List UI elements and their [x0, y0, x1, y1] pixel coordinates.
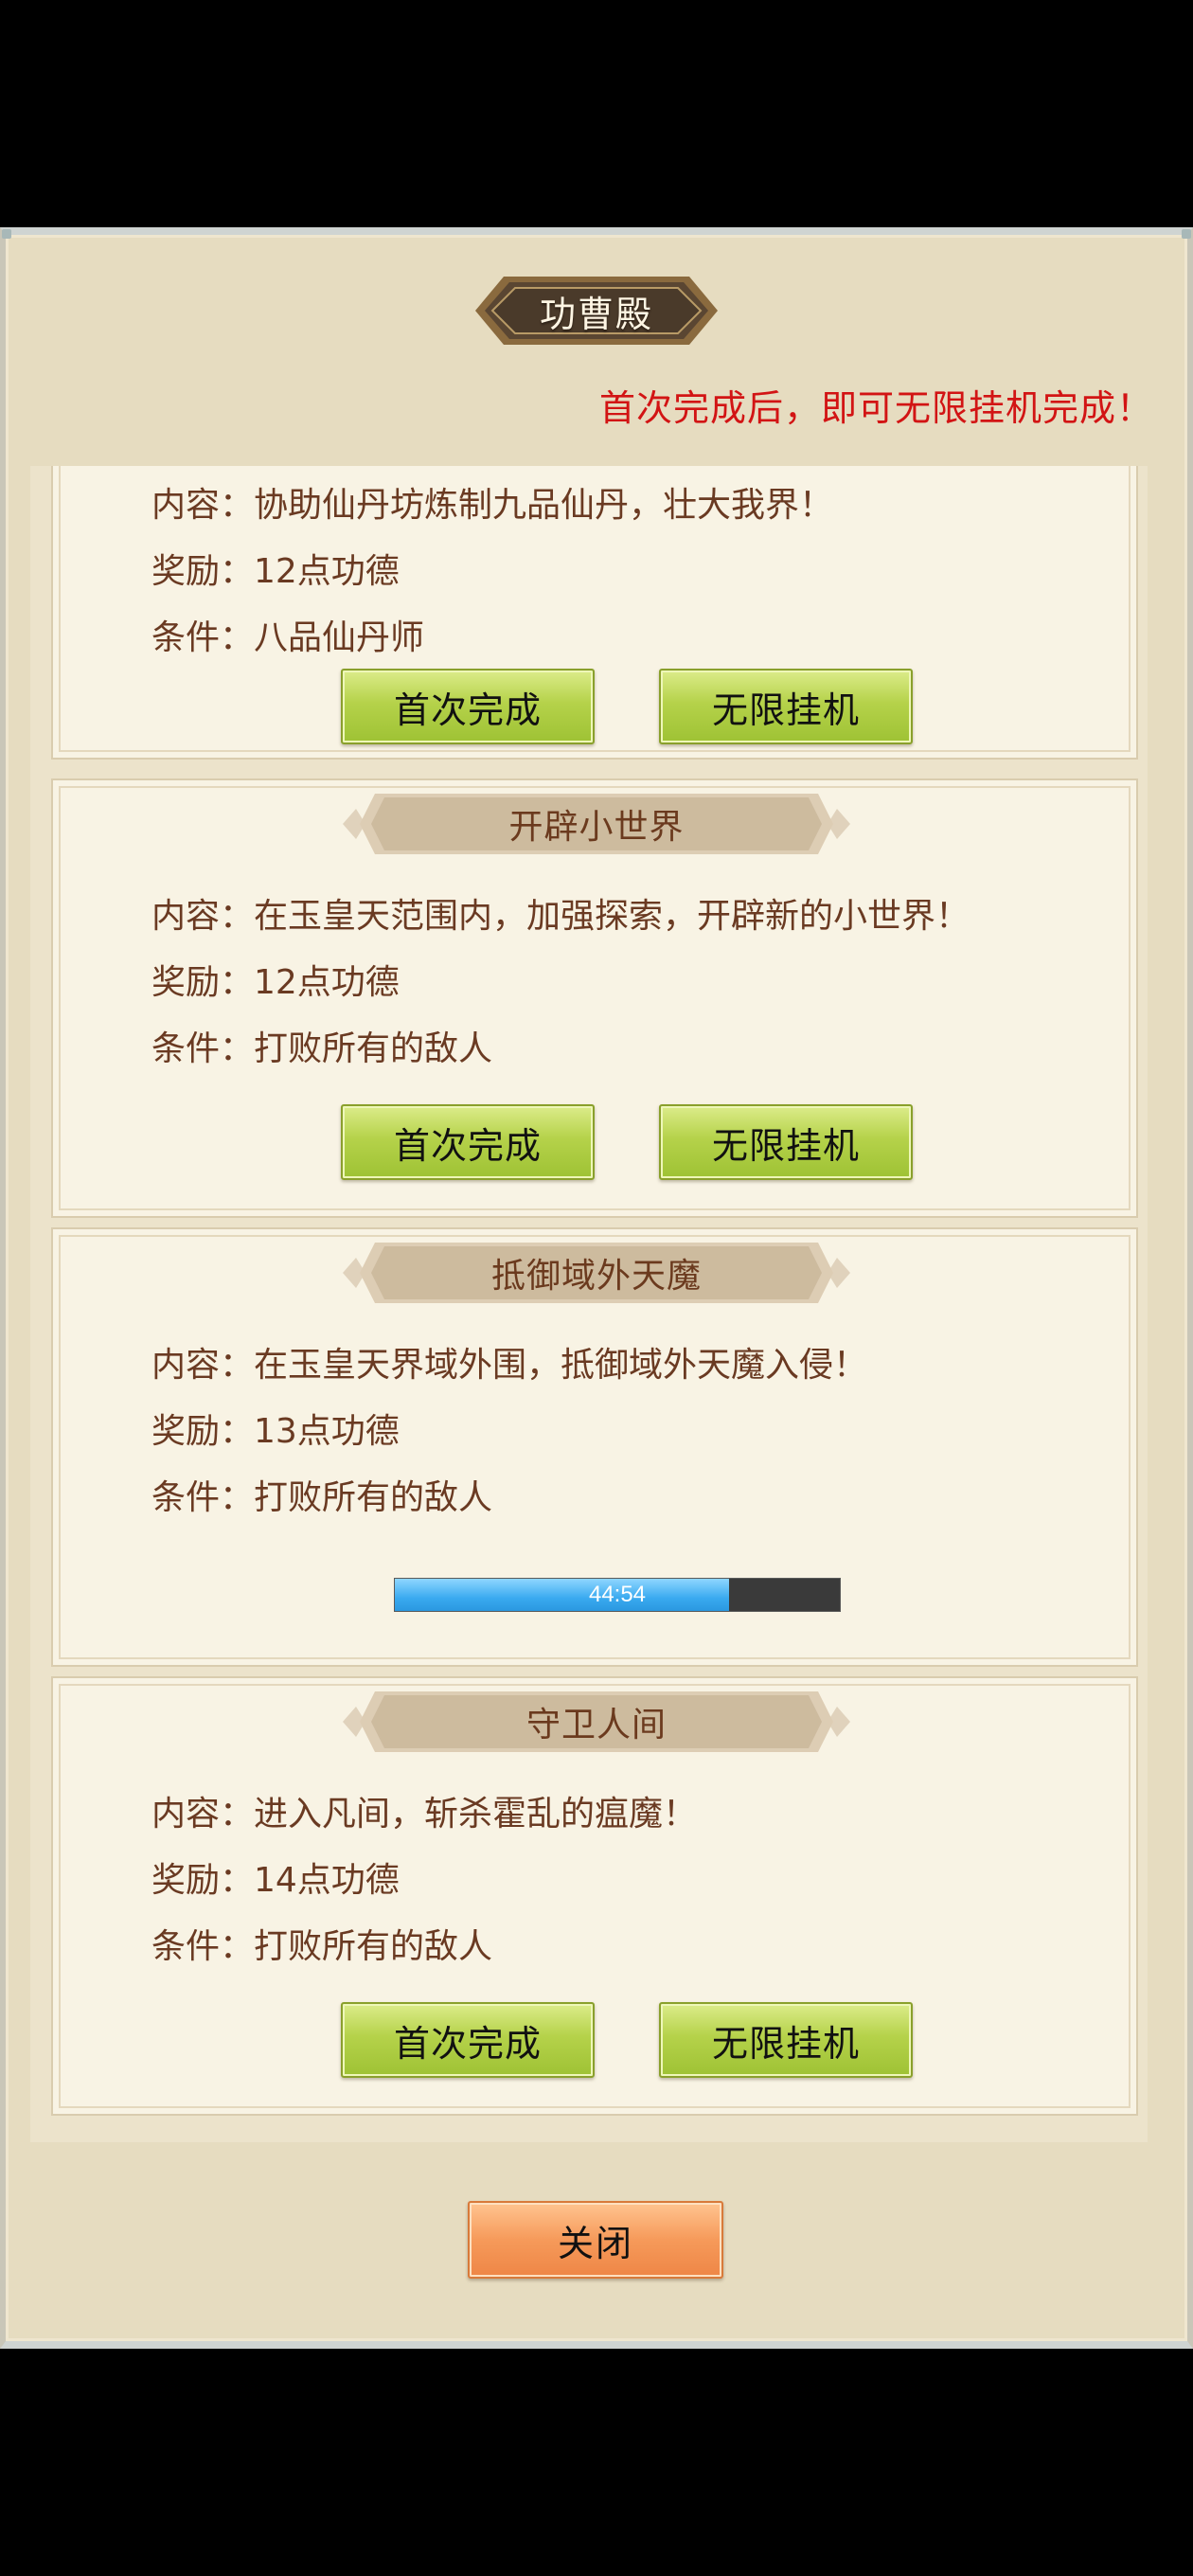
first-complete-button[interactable]: 首次完成 — [341, 2002, 595, 2078]
first-complete-button[interactable]: 首次完成 — [341, 1104, 595, 1180]
task-content: 内容：在玉皇天界域外围，抵御域外天魔入侵！ — [151, 1346, 868, 1385]
task-condition: 条件：八品仙丹师 — [151, 618, 425, 657]
task-header: 抵御域外天魔 — [343, 1239, 850, 1307]
title-plaque: 功曹殿 — [472, 275, 721, 347]
task-condition: 条件：打败所有的敌人 — [151, 1029, 493, 1068]
task-reward: 奖励：14点功德 — [151, 1861, 400, 1900]
task-card: 抵御域外天魔 内容：在玉皇天界域外围，抵御域外天魔入侵！ 奖励：13点功德 条件… — [51, 1227, 1138, 1667]
task-title: 抵御域外天魔 — [490, 1257, 702, 1296]
task-content: 内容：在玉皇天范围内，加强探索，开辟新的小世界！ — [151, 897, 970, 936]
task-condition: 条件：打败所有的敌人 — [151, 1927, 493, 1966]
task-progress-bar: 44:54 — [394, 1578, 841, 1612]
task-card: 开辟小世界 内容：在玉皇天范围内，加强探索，开辟新的小世界！ 奖励：12点功德 … — [51, 778, 1138, 1218]
idle-farm-button[interactable]: 无限挂机 — [659, 669, 913, 744]
task-content: 内容：进入凡间，斩杀霍乱的瘟魔！ — [151, 1795, 698, 1834]
task-title: 开辟小世界 — [508, 808, 685, 847]
close-button[interactable]: 关闭 — [468, 2201, 723, 2279]
task-list[interactable]: 内容：协助仙丹坊炼制九品仙丹，壮大我界！ 奖励：12点功德 条件：八品仙丹师 首… — [30, 466, 1148, 2142]
progress-timer: 44:54 — [588, 1582, 647, 1607]
first-complete-button[interactable]: 首次完成 — [341, 669, 595, 744]
task-card: 守卫人间 内容：进入凡间，斩杀霍乱的瘟魔！ 奖励：14点功德 条件：打败所有的敌… — [51, 1676, 1138, 2116]
task-reward: 奖励：12点功德 — [151, 552, 400, 591]
task-condition: 条件：打败所有的敌人 — [151, 1478, 493, 1517]
task-content: 内容：协助仙丹坊炼制九品仙丹，壮大我界！ — [151, 486, 834, 525]
notice-text: 首次完成后，即可无限挂机完成！ — [598, 387, 1153, 429]
idle-farm-button[interactable]: 无限挂机 — [659, 2002, 913, 2078]
page-title: 功曹殿 — [539, 293, 653, 335]
task-header: 守卫人间 — [343, 1688, 850, 1756]
task-reward: 奖励：12点功德 — [151, 963, 400, 1002]
task-header: 开辟小世界 — [343, 790, 850, 858]
idle-farm-button[interactable]: 无限挂机 — [659, 1104, 913, 1180]
task-card: 内容：协助仙丹坊炼制九品仙丹，壮大我界！ 奖励：12点功德 条件：八品仙丹师 首… — [51, 466, 1138, 760]
task-title: 守卫人间 — [525, 1706, 667, 1744]
task-reward: 奖励：13点功德 — [151, 1412, 400, 1451]
